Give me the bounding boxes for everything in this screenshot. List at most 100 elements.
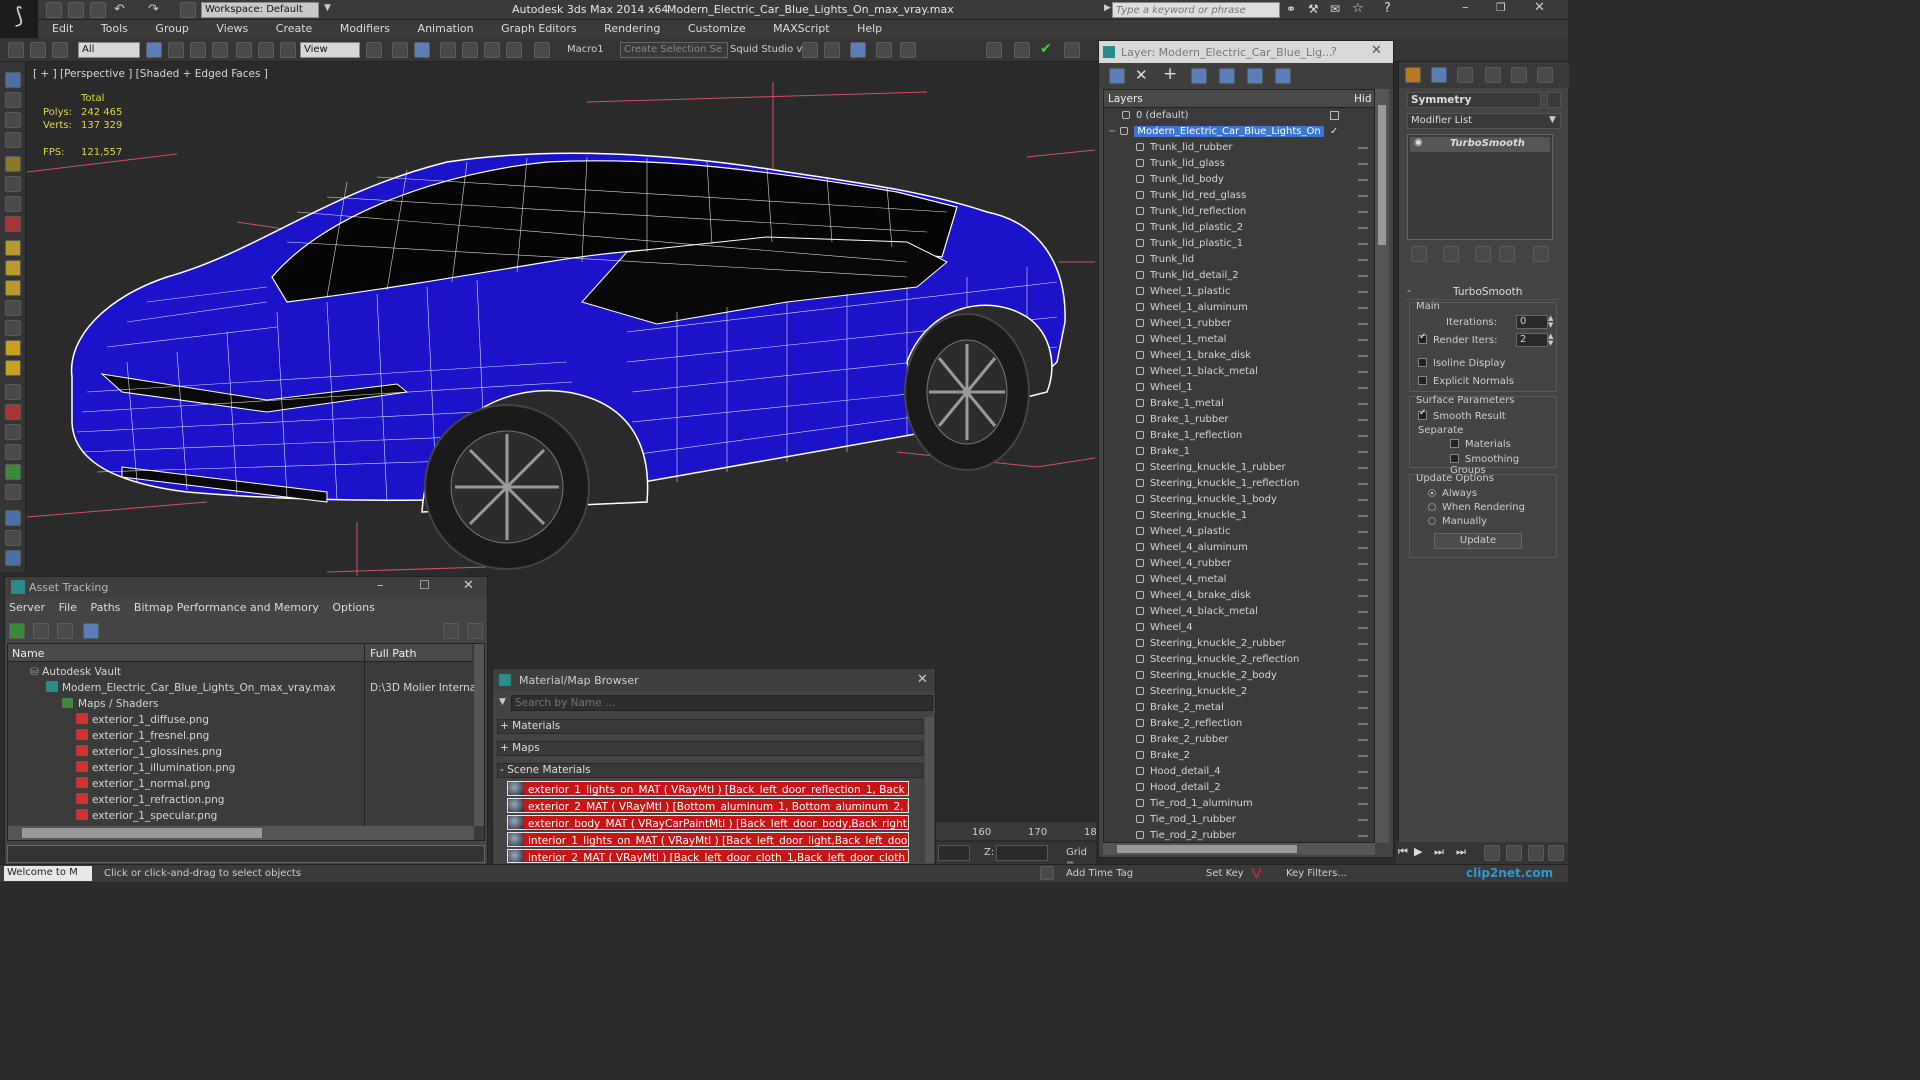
align-icon[interactable] — [824, 42, 840, 58]
asset-menu-options[interactable]: Options — [332, 601, 374, 614]
display-tab-icon[interactable] — [1511, 67, 1527, 83]
help-icon[interactable]: ? — [1384, 1, 1391, 16]
close-window-icon[interactable]: ✕ — [1534, 0, 1545, 15]
hide-toggle[interactable] — [1358, 563, 1368, 565]
layer-object-row[interactable]: Steering_knuckle_2_body — [1104, 668, 1374, 684]
hide-toggle[interactable] — [1358, 163, 1368, 165]
binoculars-icon[interactable]: ⚭ — [1286, 2, 1296, 16]
vtool-8-icon[interactable] — [5, 216, 21, 232]
redo-icon[interactable]: ↷ — [148, 2, 159, 17]
menu-tools[interactable]: Tools — [101, 22, 128, 35]
layer-vscroll-thumb[interactable] — [1378, 105, 1386, 245]
remove-modifier-icon[interactable] — [1499, 246, 1515, 262]
hide-toggle[interactable] — [1358, 739, 1368, 741]
asset-col-path[interactable]: Full Path — [370, 647, 416, 660]
delete-layer-icon[interactable]: ✕ — [1135, 66, 1148, 84]
asset-col-name[interactable]: Name — [12, 647, 44, 660]
asset-item-row[interactable]: exterior_1_fresnel.png — [8, 728, 468, 744]
hide-toggle[interactable] — [1358, 531, 1368, 533]
hide-toggle[interactable] — [1358, 819, 1368, 821]
hide-toggle[interactable] — [1358, 483, 1368, 485]
menu-modifiers[interactable]: Modifiers — [340, 22, 390, 35]
scene-material-item[interactable]: exterior_2_MAT ( VRayMtl ) [Bottom_alumi… — [507, 798, 909, 813]
tools-icon[interactable]: ⚒ — [1308, 2, 1319, 16]
undo-icon[interactable]: ↶ — [114, 2, 125, 17]
layer-object-row[interactable]: Wheel_4_plastic — [1104, 524, 1374, 540]
snaps-toggle-icon[interactable] — [440, 42, 456, 58]
layer-object-row[interactable]: Wheel_4 — [1104, 620, 1374, 636]
vtool-10-icon[interactable] — [5, 260, 21, 276]
iterations-input[interactable]: 0 — [1516, 315, 1548, 329]
vtool-7-icon[interactable] — [5, 196, 21, 212]
asset-hscroll-thumb[interactable] — [22, 828, 262, 838]
materials-group-header[interactable]: + Materials — [497, 719, 923, 734]
layer-object-row[interactable]: Trunk_lid_plastic_1 — [1104, 236, 1374, 252]
vtool-2-icon[interactable] — [5, 92, 21, 108]
menu-help[interactable]: Help — [857, 22, 882, 35]
vtool-11-icon[interactable] — [5, 280, 21, 296]
material-search-input[interactable] — [511, 695, 933, 711]
select-by-name-icon[interactable] — [168, 42, 184, 58]
bulb-icon[interactable]: ◉ — [1414, 137, 1423, 148]
freeze-all-layers-icon[interactable] — [1275, 68, 1291, 84]
hide-toggle[interactable] — [1358, 835, 1368, 837]
select-in-layer-icon[interactable] — [1191, 68, 1207, 84]
restore-window-icon[interactable]: ❐ — [1496, 1, 1506, 14]
vtool-14-icon[interactable] — [5, 340, 21, 356]
keyword-search-input[interactable] — [1112, 2, 1280, 18]
viewport-label[interactable]: [ + ] [Perspective ] [Shaded + Edged Fac… — [33, 68, 268, 80]
layer-object-row[interactable]: Brake_2_rubber — [1104, 732, 1374, 748]
asset-menu-paths[interactable]: Paths — [91, 601, 121, 614]
layer-object-row[interactable]: Wheel_4_metal — [1104, 572, 1374, 588]
layer-object-row[interactable]: Trunk_lid_reflection — [1104, 204, 1374, 220]
play-icon[interactable]: ▶ — [1414, 845, 1422, 858]
time-tag-icon[interactable] — [1040, 866, 1054, 880]
move-icon[interactable] — [236, 42, 252, 58]
create-layer-icon[interactable] — [1109, 68, 1125, 84]
link-icon[interactable] — [8, 42, 24, 58]
edit-named-selection-icon[interactable] — [534, 42, 550, 58]
infocenter-arrow-icon[interactable]: ▶ — [1104, 3, 1111, 13]
layer-object-row[interactable]: Steering_knuckle_1 — [1104, 508, 1374, 524]
hide-toggle[interactable] — [1358, 275, 1368, 277]
layer-manager-icon[interactable] — [850, 42, 866, 58]
next-frame-icon[interactable]: ⏭ — [1434, 845, 1444, 859]
add-time-tag-button[interactable]: Add Time Tag — [1066, 868, 1133, 879]
explicit-normals-checkbox[interactable] — [1418, 376, 1427, 385]
angle-snap-icon[interactable] — [462, 42, 478, 58]
layer-object-row[interactable]: Steering_knuckle_1_reflection — [1104, 476, 1374, 492]
asset-item-row[interactable]: exterior_1_normal.png — [8, 776, 468, 792]
hide-toggle[interactable] — [1358, 579, 1368, 581]
separate-materials-row[interactable]: Materials — [1450, 439, 1511, 450]
layer-object-row[interactable]: Tie_rod_1_rubber — [1104, 812, 1374, 828]
modifier-list-dropdown[interactable]: Modifier List — [1407, 113, 1561, 129]
isoline-display-row[interactable]: Isoline Display — [1418, 358, 1505, 369]
configure-sets-icon[interactable] — [1533, 246, 1549, 262]
hide-toggle[interactable] — [1358, 611, 1368, 613]
layer-vscrollbar[interactable] — [1375, 89, 1389, 843]
mirror-icon[interactable] — [802, 42, 818, 58]
asset-item-row[interactable]: exterior_1_diffuse.png — [8, 712, 468, 728]
hide-toggle[interactable] — [1358, 771, 1368, 773]
update-rendering-radio[interactable] — [1428, 503, 1436, 511]
menu-create[interactable]: Create — [276, 22, 313, 35]
layer-object-row[interactable]: Brake_1_metal — [1104, 396, 1374, 412]
vtool-18-icon[interactable] — [5, 424, 21, 440]
hide-toggle[interactable] — [1358, 547, 1368, 549]
separate-materials-checkbox[interactable] — [1450, 439, 1459, 448]
rectangle-selection-icon[interactable] — [190, 42, 206, 58]
asset-table-view-icon[interactable] — [83, 623, 99, 639]
hide-toggle[interactable] — [1358, 803, 1368, 805]
vtool-23-icon[interactable] — [5, 530, 21, 546]
layer-object-row[interactable]: Steering_knuckle_2 — [1104, 684, 1374, 700]
layer-object-row[interactable]: Wheel_4_black_metal — [1104, 604, 1374, 620]
smooth-result-row[interactable]: Smooth Result — [1418, 408, 1506, 422]
set-key-button[interactable]: Set Key — [1206, 868, 1244, 879]
asset-hscrollbar[interactable] — [8, 826, 474, 840]
update-manually-row[interactable]: Manually — [1428, 516, 1487, 527]
percent-snap-icon[interactable] — [484, 42, 500, 58]
default-layer-row[interactable]: 0 (default) — [1104, 108, 1374, 124]
layer-object-row[interactable]: Trunk_lid_rubber — [1104, 140, 1374, 156]
scene-material-item[interactable]: interior_1_lights_on_MAT ( VRayMtl ) [Ba… — [507, 832, 909, 847]
layer-object-row[interactable]: Wheel_1_black_metal — [1104, 364, 1374, 380]
